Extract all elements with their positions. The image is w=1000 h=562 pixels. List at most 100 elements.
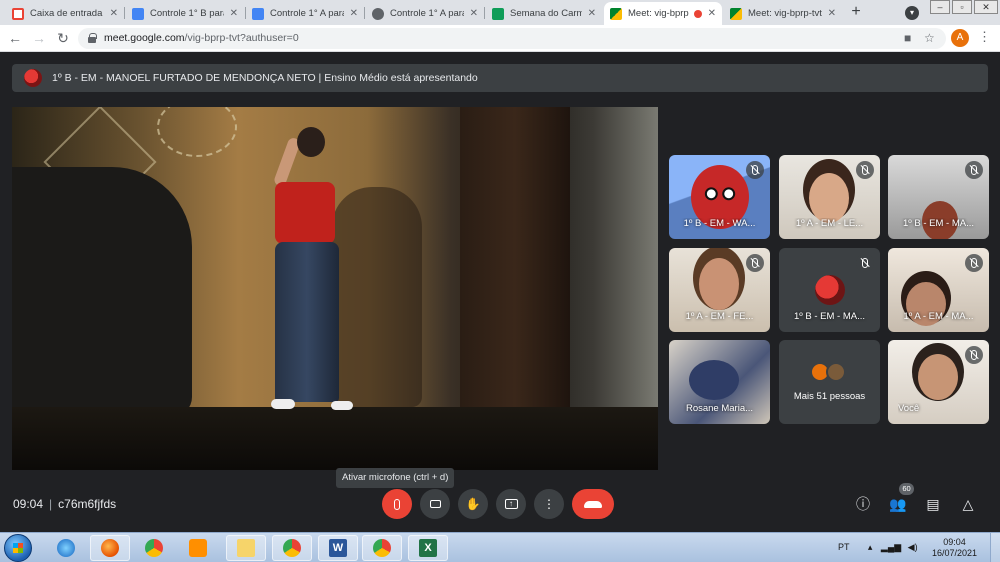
tab-title: Controle 1° B para	[150, 8, 224, 19]
clock-time: 09:04	[943, 537, 966, 547]
minimize-button[interactable]: –	[930, 0, 950, 14]
bookmark-star-icon[interactable]: ☆	[924, 31, 935, 45]
present-icon: ↑	[504, 499, 518, 509]
camera-icon	[429, 500, 441, 508]
tab-semana-do-carmo[interactable]: Semana do Carmo ✕	[486, 2, 602, 25]
meet-app: 1º B - EM - MANOEL FURTADO DE MENDONÇA N…	[0, 52, 1000, 532]
volume-icon[interactable]: ◀)	[908, 542, 918, 552]
profile-avatar[interactable]: A	[951, 29, 969, 47]
people-icon[interactable]: 👥	[888, 494, 908, 514]
address-bar[interactable]: meet.google.com/vig-bprp-tvt?authuser=0 …	[78, 28, 946, 49]
participant-tile[interactable]: 1º B - EM - MA...	[888, 155, 989, 239]
tab-controle-1a-web[interactable]: Controle 1° A para ✕	[366, 2, 484, 25]
more-options-button[interactable]: ⋮	[534, 489, 564, 519]
new-tab-button[interactable]: +	[847, 3, 865, 21]
leave-call-button[interactable]	[572, 489, 614, 519]
word-icon[interactable]: W	[318, 535, 358, 561]
globe-icon	[372, 7, 384, 20]
video-door	[460, 107, 570, 407]
network-icon[interactable]: ▂▄▆	[881, 542, 901, 552]
chat-icon[interactable]: ▤	[923, 494, 943, 514]
forward-icon[interactable]: →	[30, 29, 48, 47]
close-icon[interactable]: ✕	[708, 8, 716, 19]
mic-off-icon	[965, 254, 983, 272]
participant-tile[interactable]: Rosane Maria...	[669, 340, 770, 424]
close-icon[interactable]: ✕	[470, 8, 478, 19]
participant-tile[interactable]: 1º A - EM - LE...	[779, 155, 880, 239]
participant-name: 1º B - EM - WA...	[683, 218, 756, 229]
close-icon[interactable]: ✕	[230, 8, 238, 19]
video-person	[267, 127, 357, 417]
presenting-text: 1º B - EM - MANOEL FURTADO DE MENDONÇA N…	[52, 72, 478, 84]
present-screen-button[interactable]: ↑	[496, 489, 526, 519]
self-tile[interactable]: Você	[888, 340, 989, 424]
close-icon[interactable]: ✕	[110, 8, 118, 19]
maximize-button[interactable]: ▫	[952, 0, 972, 14]
tab-search-icon[interactable]: ▾	[905, 6, 919, 20]
tab-controle-1b[interactable]: Controle 1° B para ✕	[126, 2, 244, 25]
more-people-label: Mais 51 pessoas	[793, 391, 866, 402]
mic-off-icon	[856, 161, 874, 179]
file-explorer-icon[interactable]	[226, 535, 266, 561]
main-presentation-video[interactable]	[12, 107, 658, 470]
hang-up-icon	[584, 500, 602, 508]
close-icon[interactable]: ✕	[350, 8, 358, 19]
participant-tile[interactable]: 1º A - EM - MA...	[888, 248, 989, 332]
camera-icon[interactable]: ■	[904, 31, 911, 45]
mic-off-icon	[965, 346, 983, 364]
tab-gmail[interactable]: Caixa de entrada ( ✕	[6, 2, 124, 25]
docs-icon	[132, 7, 144, 20]
tab-controle-1a[interactable]: Controle 1° A para ✕	[246, 2, 364, 25]
activities-icon[interactable]: △	[958, 494, 978, 514]
back-icon[interactable]: ←	[6, 29, 24, 47]
close-icon[interactable]: ✕	[828, 8, 836, 19]
excel-icon[interactable]: X	[408, 535, 448, 561]
tab-title: Controle 1° A para	[390, 8, 464, 19]
language-indicator[interactable]: PT	[838, 542, 849, 552]
participant-video	[809, 173, 849, 223]
presenter-avatar	[24, 69, 42, 87]
raise-hand-button[interactable]: ✋	[458, 489, 488, 519]
participant-name: 1º A - EM - FE...	[685, 311, 754, 322]
media-player-icon[interactable]	[178, 535, 218, 561]
reload-icon[interactable]: ↻	[54, 29, 72, 47]
more-vert-icon: ⋮	[543, 497, 555, 511]
camera-toggle-button[interactable]	[420, 489, 450, 519]
classroom-icon	[492, 7, 504, 20]
participant-tile[interactable]: 1º B - EM - WA...	[669, 155, 770, 239]
participant-avatar	[826, 362, 846, 382]
internet-explorer-icon[interactable]	[46, 535, 86, 561]
close-icon[interactable]: ✕	[588, 8, 596, 19]
firefox-icon[interactable]	[90, 535, 130, 561]
participant-tile[interactable]: 1º B - EM - MA...	[779, 248, 880, 332]
mic-off-icon	[746, 254, 764, 272]
participant-name: 1º B - EM - MA...	[902, 218, 975, 229]
tray-arrow-icon[interactable]: ▴	[868, 542, 873, 552]
mic-toggle-button[interactable]	[382, 489, 412, 519]
lock-icon	[88, 33, 97, 43]
chrome-profile-icon[interactable]	[362, 535, 402, 561]
close-window-button[interactable]: ✕	[974, 0, 998, 14]
tab-title: Meet: vig-bprp-tvt	[748, 8, 822, 19]
show-desktop-button[interactable]	[990, 533, 1000, 562]
mic-off-icon	[965, 161, 983, 179]
meet-icon	[730, 7, 742, 20]
participant-tile[interactable]: 1º A - EM - FE...	[669, 248, 770, 332]
tab-meet-2[interactable]: Meet: vig-bprp-tvt ✕	[724, 2, 842, 25]
tab-title: Caixa de entrada (	[30, 8, 104, 19]
chrome-icon[interactable]	[134, 535, 174, 561]
more-people-tile[interactable]: Mais 51 pessoas	[779, 340, 880, 424]
participant-name: Rosane Maria...	[685, 403, 754, 414]
chrome-profile-icon[interactable]	[272, 535, 312, 561]
gmail-icon	[12, 7, 24, 20]
docs-icon	[252, 7, 264, 20]
info-icon[interactable]: ⓘ	[853, 494, 873, 514]
tab-strip: Caixa de entrada ( ✕ Controle 1° B para …	[0, 0, 1000, 25]
start-button[interactable]	[4, 534, 32, 562]
system-clock[interactable]: 09:04 16/07/2021	[932, 537, 977, 559]
tab-meet-active[interactable]: Meet: vig-bprp ✕	[604, 2, 722, 25]
chrome-menu-icon[interactable]: ⋮	[978, 29, 991, 45]
meeting-info: 09:04 | c76m6fjfds	[13, 497, 116, 511]
tab-title: Meet: vig-bprp	[628, 8, 689, 19]
video-sofa	[12, 167, 192, 417]
